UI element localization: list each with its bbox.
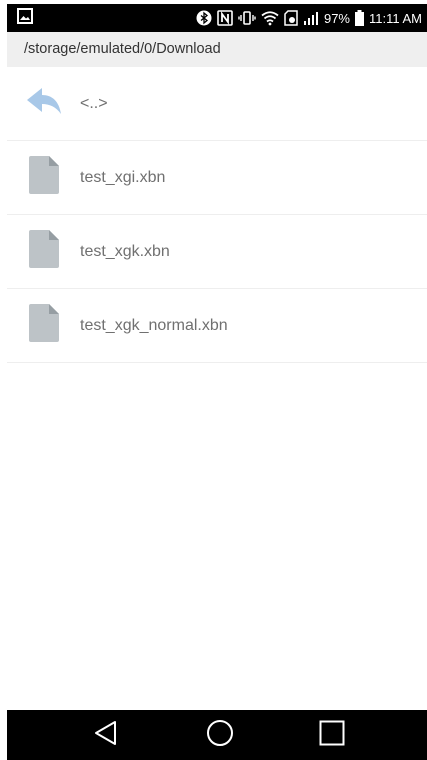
vibrate-icon <box>238 10 256 26</box>
file-list: <..> test_xgi.xbn test_xgk.xbn test_xgk_… <box>7 67 427 363</box>
file-row[interactable]: test_xgk.xbn <box>7 215 427 289</box>
recents-icon <box>319 720 345 751</box>
file-name: test_xgk.xbn <box>80 242 170 260</box>
sd-card-icon <box>284 10 298 26</box>
nav-recents-button[interactable] <box>302 710 362 760</box>
battery-icon <box>355 10 364 26</box>
gallery-notification-icon <box>17 7 33 29</box>
signal-icon <box>303 10 319 26</box>
file-row[interactable]: test_xgk_normal.xbn <box>7 289 427 363</box>
wifi-icon <box>261 10 279 26</box>
nav-back-button[interactable] <box>76 710 136 760</box>
file-icon <box>28 304 59 347</box>
battery-percent: 97% <box>323 10 350 26</box>
clock: 11:11 AM <box>369 10 422 26</box>
navigation-bar <box>7 710 427 760</box>
parent-directory-row[interactable]: <..> <box>7 67 427 141</box>
status-bar: 97% 11:11 AM <box>7 4 427 32</box>
current-path: /storage/emulated/0/Download <box>7 32 427 67</box>
file-name: test_xgk_normal.xbn <box>80 316 228 334</box>
file-icon <box>28 156 59 199</box>
nav-home-button[interactable] <box>190 710 250 760</box>
back-icon <box>93 720 119 751</box>
nfc-icon <box>217 10 233 26</box>
bluetooth-icon <box>196 10 212 26</box>
file-icon <box>28 230 59 273</box>
home-icon <box>206 719 234 752</box>
file-name: test_xgi.xbn <box>80 168 166 186</box>
parent-directory-label: <..> <box>80 94 108 112</box>
file-row[interactable]: test_xgi.xbn <box>7 141 427 215</box>
back-arrow-icon <box>26 86 62 121</box>
